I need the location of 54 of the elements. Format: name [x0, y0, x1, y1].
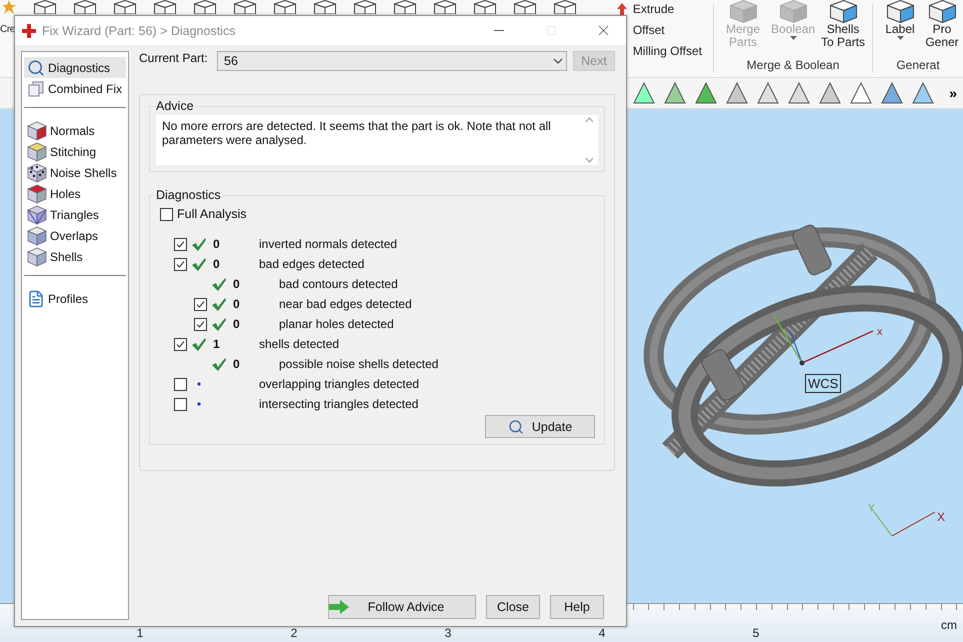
ruler-number: 5	[752, 626, 760, 640]
diagnostic-label: overlapping triangles detected	[259, 377, 420, 391]
ruler-number: 2	[290, 626, 298, 640]
ribbon-button[interactable]: Shells To Parts	[820, 0, 866, 56]
part-dropdown[interactable]: 56	[217, 51, 567, 71]
nav-item[interactable]: Stitching	[24, 141, 126, 162]
ribbon-tool[interactable]: Extrude	[616, 0, 714, 17]
diagnostic-label: inverted normals detected	[259, 237, 398, 251]
result-count: 0	[213, 237, 221, 251]
advice-text: No more errors are detected. It seems that the part is ok. Note that not all parameters were analysed.	[161, 118, 552, 149]
ruler-unit: cm	[941, 618, 957, 632]
axis-label: Y	[868, 503, 875, 514]
result-count: 0	[233, 297, 241, 311]
nav-item[interactable]: Shells	[24, 246, 126, 267]
ruler-number: 1	[136, 626, 144, 640]
nav-item[interactable]: Overlaps	[24, 225, 126, 246]
dialog-button[interactable]: Close	[486, 595, 540, 619]
result-count: 1	[213, 337, 221, 351]
diagnostic-label: bad contours detected	[279, 277, 398, 291]
wcs-label: WCS	[805, 374, 842, 393]
checkbox-label: Full Analysis	[177, 207, 246, 221]
axis-label: X	[937, 510, 946, 524]
nav-item[interactable]: Noise Shells	[24, 162, 126, 183]
ribbon-button[interactable]: Label	[879, 0, 921, 56]
result-count: 0	[233, 317, 241, 331]
nav-item[interactable]: Normals	[24, 120, 126, 141]
group-label: Generat	[896, 58, 940, 72]
group-label: Merge & Boolean	[746, 58, 840, 72]
diagnostic-label: possible noise shells detected	[279, 357, 438, 371]
diagnostic-label: intersecting triangles detected	[259, 397, 418, 411]
diagnostic-label: shells detected	[259, 337, 340, 351]
diagnostic-label: bad edges detected	[259, 257, 364, 271]
group-title: Advice	[155, 99, 195, 113]
ruler-number: 4	[598, 626, 606, 640]
ribbon-button[interactable]: Pro Gener	[927, 0, 957, 56]
field-label: Current Part:	[139, 51, 209, 65]
ruler-number: 3	[444, 626, 452, 640]
diagnostic-label: planar holes detected	[279, 317, 394, 331]
update-button[interactable]: Update	[485, 415, 595, 438]
more-button[interactable]: »	[949, 85, 957, 101]
result-count: 0	[233, 357, 241, 371]
axis-label: x	[877, 326, 882, 338]
window-title: Fix Wizard (Part: 56) > Diagnostics	[42, 24, 236, 38]
follow-advice-button[interactable]: Follow Advice	[328, 595, 476, 619]
nav-item[interactable]: Profiles	[24, 288, 126, 309]
nav-item[interactable]: Diagnostics	[24, 57, 126, 78]
result-count: 0	[233, 277, 241, 291]
result-count: 0	[213, 257, 221, 271]
nav-item[interactable]: Holes	[24, 183, 126, 204]
diagnostic-label: near bad edges detected	[279, 297, 412, 311]
group-title: Diagnostics	[155, 188, 222, 202]
nav-item[interactable]: Combined Fix	[24, 78, 126, 99]
nav-item[interactable]: Triangles	[24, 204, 126, 225]
dialog-button[interactable]: Help	[550, 595, 604, 619]
